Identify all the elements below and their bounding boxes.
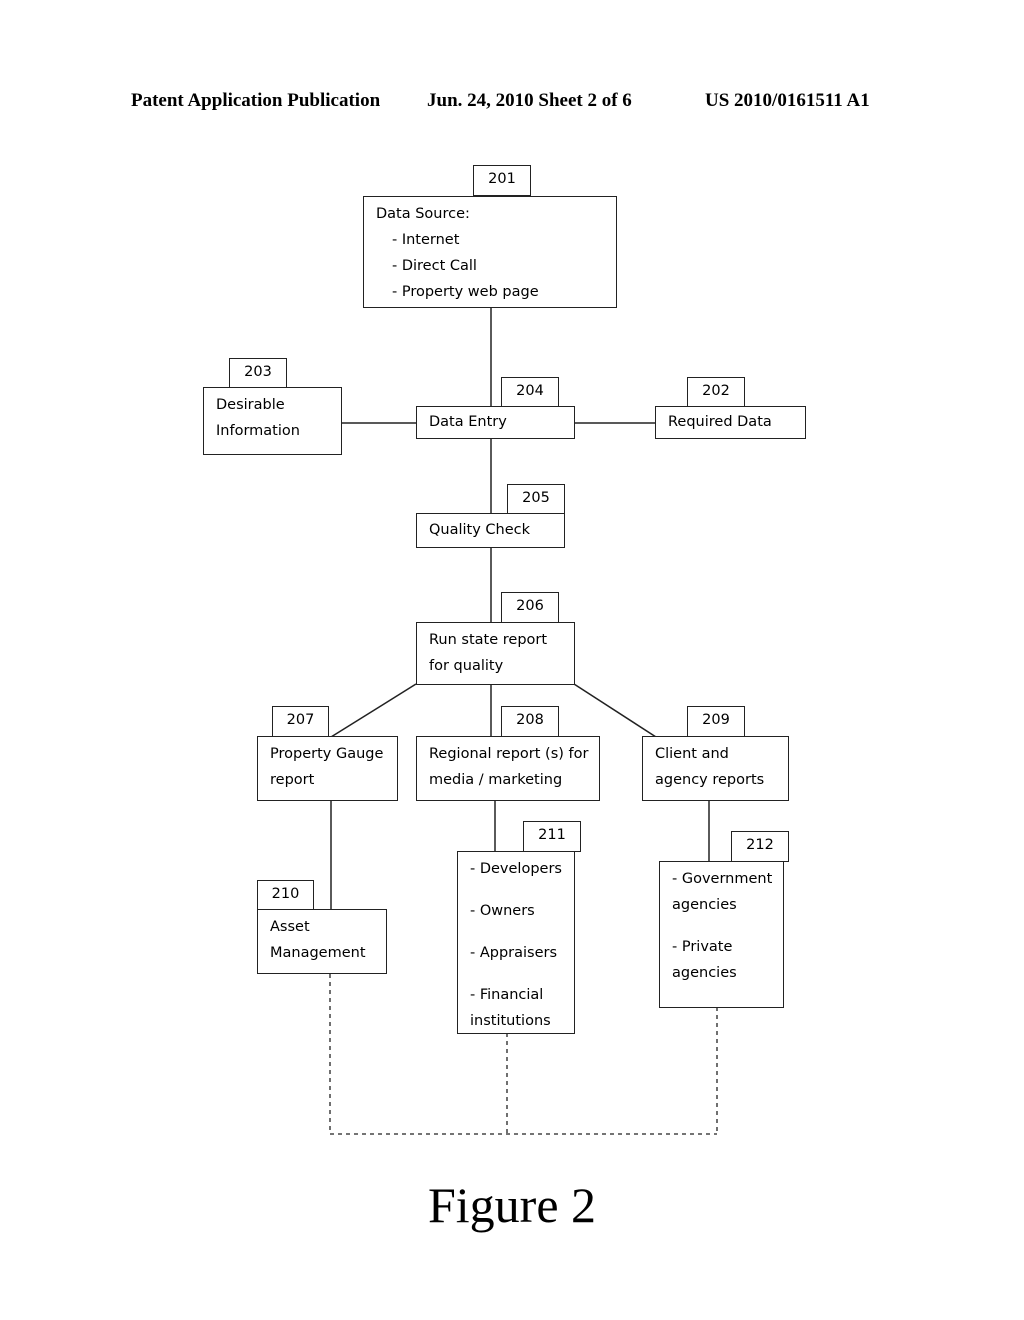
data-source-item: - Internet <box>392 232 460 248</box>
ref-label-210: 210 <box>257 880 314 910</box>
box-line: for quality <box>429 658 504 674</box>
quality-check-box: Quality Check <box>416 513 565 548</box>
ref-label-206: 206 <box>501 592 559 623</box>
desirable-information-box: Desirable Information <box>203 387 342 455</box>
data-entry-box: Data Entry <box>416 406 575 439</box>
asset-management-box: Asset Management <box>257 909 387 974</box>
box-line: - Financial <box>470 987 544 1003</box>
client-agency-reports-box: Client and agency reports <box>642 736 789 801</box>
ref-label-201: 201 <box>473 165 531 196</box>
box-line: agencies <box>672 897 737 913</box>
edge-206-209 <box>573 683 657 738</box>
figure-caption: Figure 2 <box>427 1177 597 1233</box>
ref-label-209: 209 <box>687 706 745 737</box>
property-gauge-report-box: Property Gauge report <box>257 736 398 801</box>
box-line: institutions <box>470 1013 551 1029</box>
agencies-box: - Government agencies - Private agencies <box>659 861 784 1008</box>
data-source-box: Data Source: - Internet - Direct Call - … <box>363 196 617 308</box>
box-line: Management <box>270 945 366 961</box>
box-line: Quality Check <box>429 522 531 538</box>
box-line: media / marketing <box>429 772 563 788</box>
box-line: - Owners <box>470 903 535 919</box>
required-data-box: Required Data <box>655 406 806 439</box>
edge-206-207 <box>330 683 417 738</box>
box-line: - Private <box>672 939 733 955</box>
box-line: Information <box>216 423 300 439</box>
stakeholders-box: - Developers - Owners - Appraisers - Fin… <box>457 851 575 1034</box>
box-line: - Government <box>672 871 773 887</box>
box-line: Regional report (s) for <box>429 746 589 762</box>
ref-label-211: 211 <box>523 821 581 852</box>
data-source-title: Data Source: <box>376 206 470 222</box>
box-line: Desirable <box>216 397 285 413</box>
box-line: Client and <box>655 746 729 762</box>
box-line: Required Data <box>668 414 772 430</box>
box-line: Property Gauge <box>270 746 384 762</box>
box-line: Data Entry <box>429 414 507 430</box>
box-line: - Appraisers <box>470 945 558 961</box>
ref-label-207: 207 <box>272 706 329 737</box>
box-line: - Developers <box>470 861 562 877</box>
ref-label-204: 204 <box>501 377 559 407</box>
run-state-report-box: Run state report for quality <box>416 622 575 685</box>
box-line: Run state report <box>429 632 548 648</box>
ref-label-203: 203 <box>229 358 287 388</box>
data-source-item: - Property web page <box>392 284 539 300</box>
regional-report-box: Regional report (s) for media / marketin… <box>416 736 600 801</box>
box-line: Asset <box>270 919 310 935</box>
ref-label-208: 208 <box>501 706 559 737</box>
box-line: report <box>270 772 315 788</box>
ref-label-202: 202 <box>687 377 745 407</box>
ref-label-205: 205 <box>507 484 565 514</box>
box-line: agencies <box>672 965 737 981</box>
data-source-item: - Direct Call <box>392 258 477 274</box>
box-line: agency reports <box>655 772 765 788</box>
ref-label-212: 212 <box>731 831 789 862</box>
